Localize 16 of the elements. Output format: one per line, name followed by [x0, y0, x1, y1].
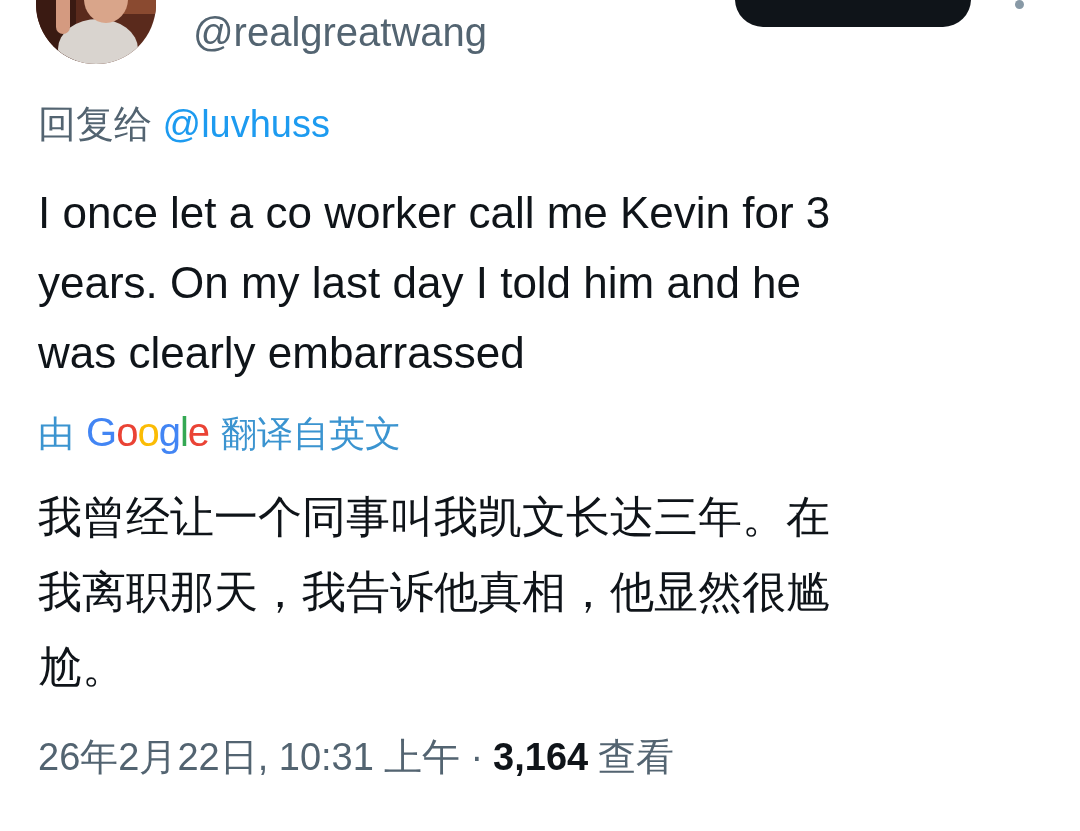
tweet-text-line: I once let a co worker call me Kevin for 3 [38, 187, 832, 239]
translated-text-line: 我离职那天，我告诉他真相，他显然很尴 [38, 565, 831, 619]
translated-by-label: 由 [38, 412, 74, 456]
views-label: 查看 [598, 735, 675, 780]
view-count: 3,164 [493, 736, 589, 779]
translated-from-label[interactable]: 翻译自英文 [221, 410, 401, 459]
reply-to-text: 回复给 @luvhuss [38, 102, 331, 147]
google-logo[interactable]: Google [86, 410, 209, 455]
tweet-text-line: was clearly embarrassed [38, 327, 526, 379]
translated-text-line: 我曾经让一个同事叫我凯文长达三年。在 [38, 490, 831, 544]
reply-handle-link[interactable]: @luvhuss [162, 103, 330, 145]
user-handle[interactable]: @realgreatwang [193, 10, 488, 55]
tweet-text-line: years. On my last day I told him and he [38, 257, 803, 309]
timestamp[interactable]: 26年2月22日, 10:31 上午 [38, 732, 461, 783]
translated-text-line: 尬。 [38, 640, 127, 694]
separator-dot: · [470, 736, 484, 779]
